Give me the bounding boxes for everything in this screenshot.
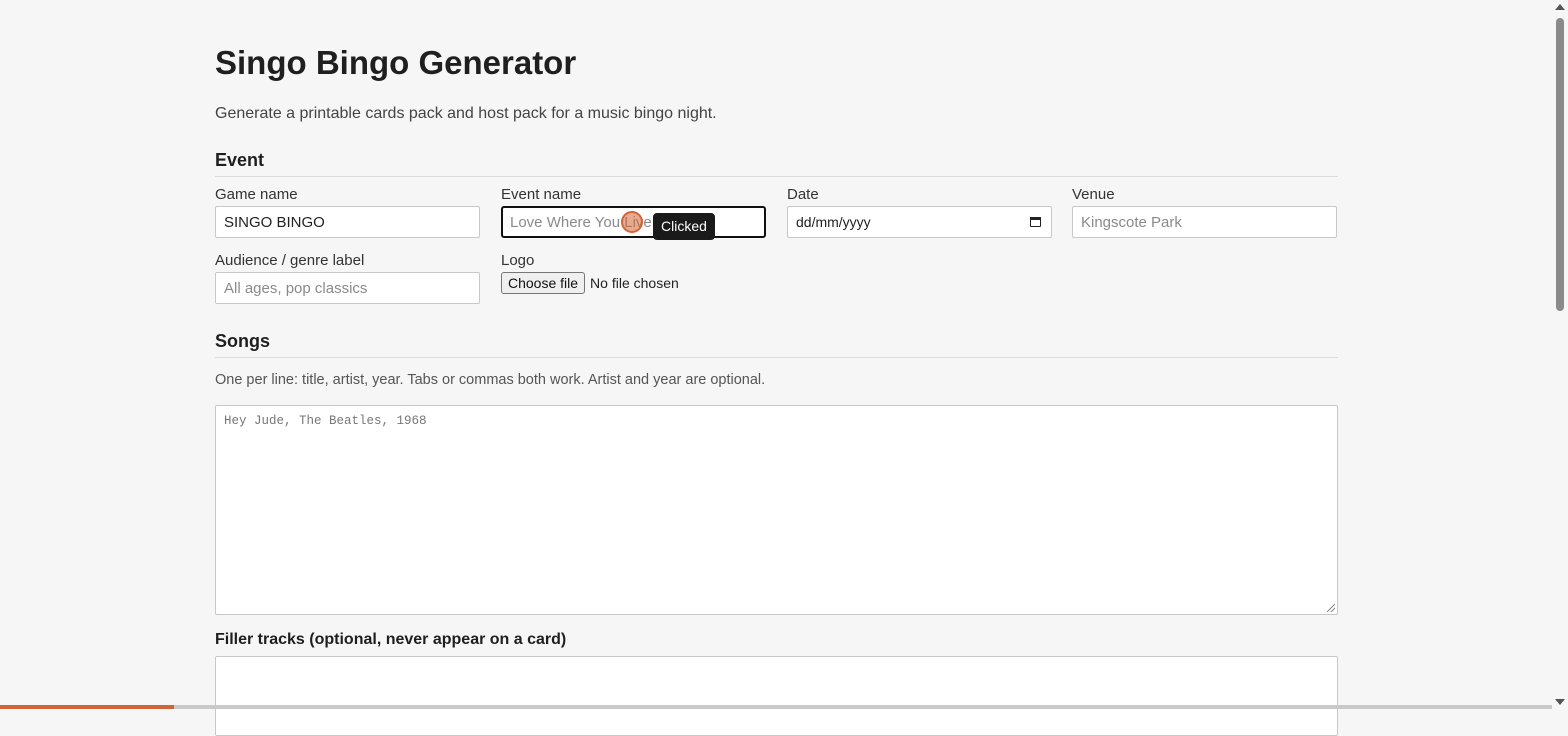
vertical-scrollbar[interactable]	[1552, 0, 1568, 709]
date-field: Date dd/mm/yyyy	[787, 185, 1052, 238]
date-label: Date	[787, 186, 819, 203]
scroll-up-arrow-icon[interactable]	[1555, 4, 1565, 10]
logo-label: Logo	[501, 252, 535, 269]
game-name-input[interactable]	[215, 206, 480, 238]
choose-file-button[interactable]: Choose file	[501, 272, 586, 294]
page-subtitle: Generate a printable cards pack and host…	[215, 105, 717, 122]
game-name-label: Game name	[215, 186, 298, 203]
filler-tracks-textarea[interactable]	[215, 656, 1338, 736]
event-section-divider	[215, 176, 1338, 177]
event-name-field: Event name	[501, 185, 766, 238]
songs-textarea-wrapper	[215, 405, 1338, 615]
scroll-down-arrow-icon[interactable]	[1555, 699, 1565, 705]
logo-file-input: Choose file No file chosen	[501, 272, 679, 294]
scroll-thumb[interactable]	[1556, 18, 1564, 311]
progress-fill	[0, 705, 174, 709]
filler-tracks-label: Filler tracks (optional, never appear on…	[215, 631, 567, 648]
audience-input[interactable]	[215, 272, 480, 304]
progress-bar	[0, 705, 1552, 709]
page-title: Singo Bingo Generator	[215, 44, 577, 81]
venue-field: Venue	[1072, 185, 1337, 238]
date-input[interactable]: dd/mm/yyyy	[787, 206, 1052, 238]
logo-field: Logo Choose file No file chosen	[501, 251, 766, 294]
game-name-field: Game name	[215, 185, 480, 238]
file-status: No file chosen	[590, 275, 679, 291]
venue-label: Venue	[1072, 186, 1115, 203]
songs-section-title: Songs	[215, 331, 271, 351]
date-value: dd/mm/yyyy	[796, 214, 871, 230]
calendar-icon[interactable]	[1029, 215, 1043, 229]
clicked-tooltip: Clicked	[653, 213, 715, 240]
click-indicator	[621, 211, 643, 233]
resize-handle-icon[interactable]	[1327, 604, 1335, 612]
songs-hint: One per line: title, artist, year. Tabs …	[215, 372, 766, 388]
songs-textarea[interactable]	[215, 405, 1338, 615]
event-name-label: Event name	[501, 186, 582, 203]
songs-section-divider	[215, 357, 1338, 358]
audience-field: Audience / genre label	[215, 251, 480, 304]
event-section-title: Event	[215, 150, 265, 170]
venue-input[interactable]	[1072, 206, 1337, 238]
audience-label: Audience / genre label	[215, 252, 365, 269]
